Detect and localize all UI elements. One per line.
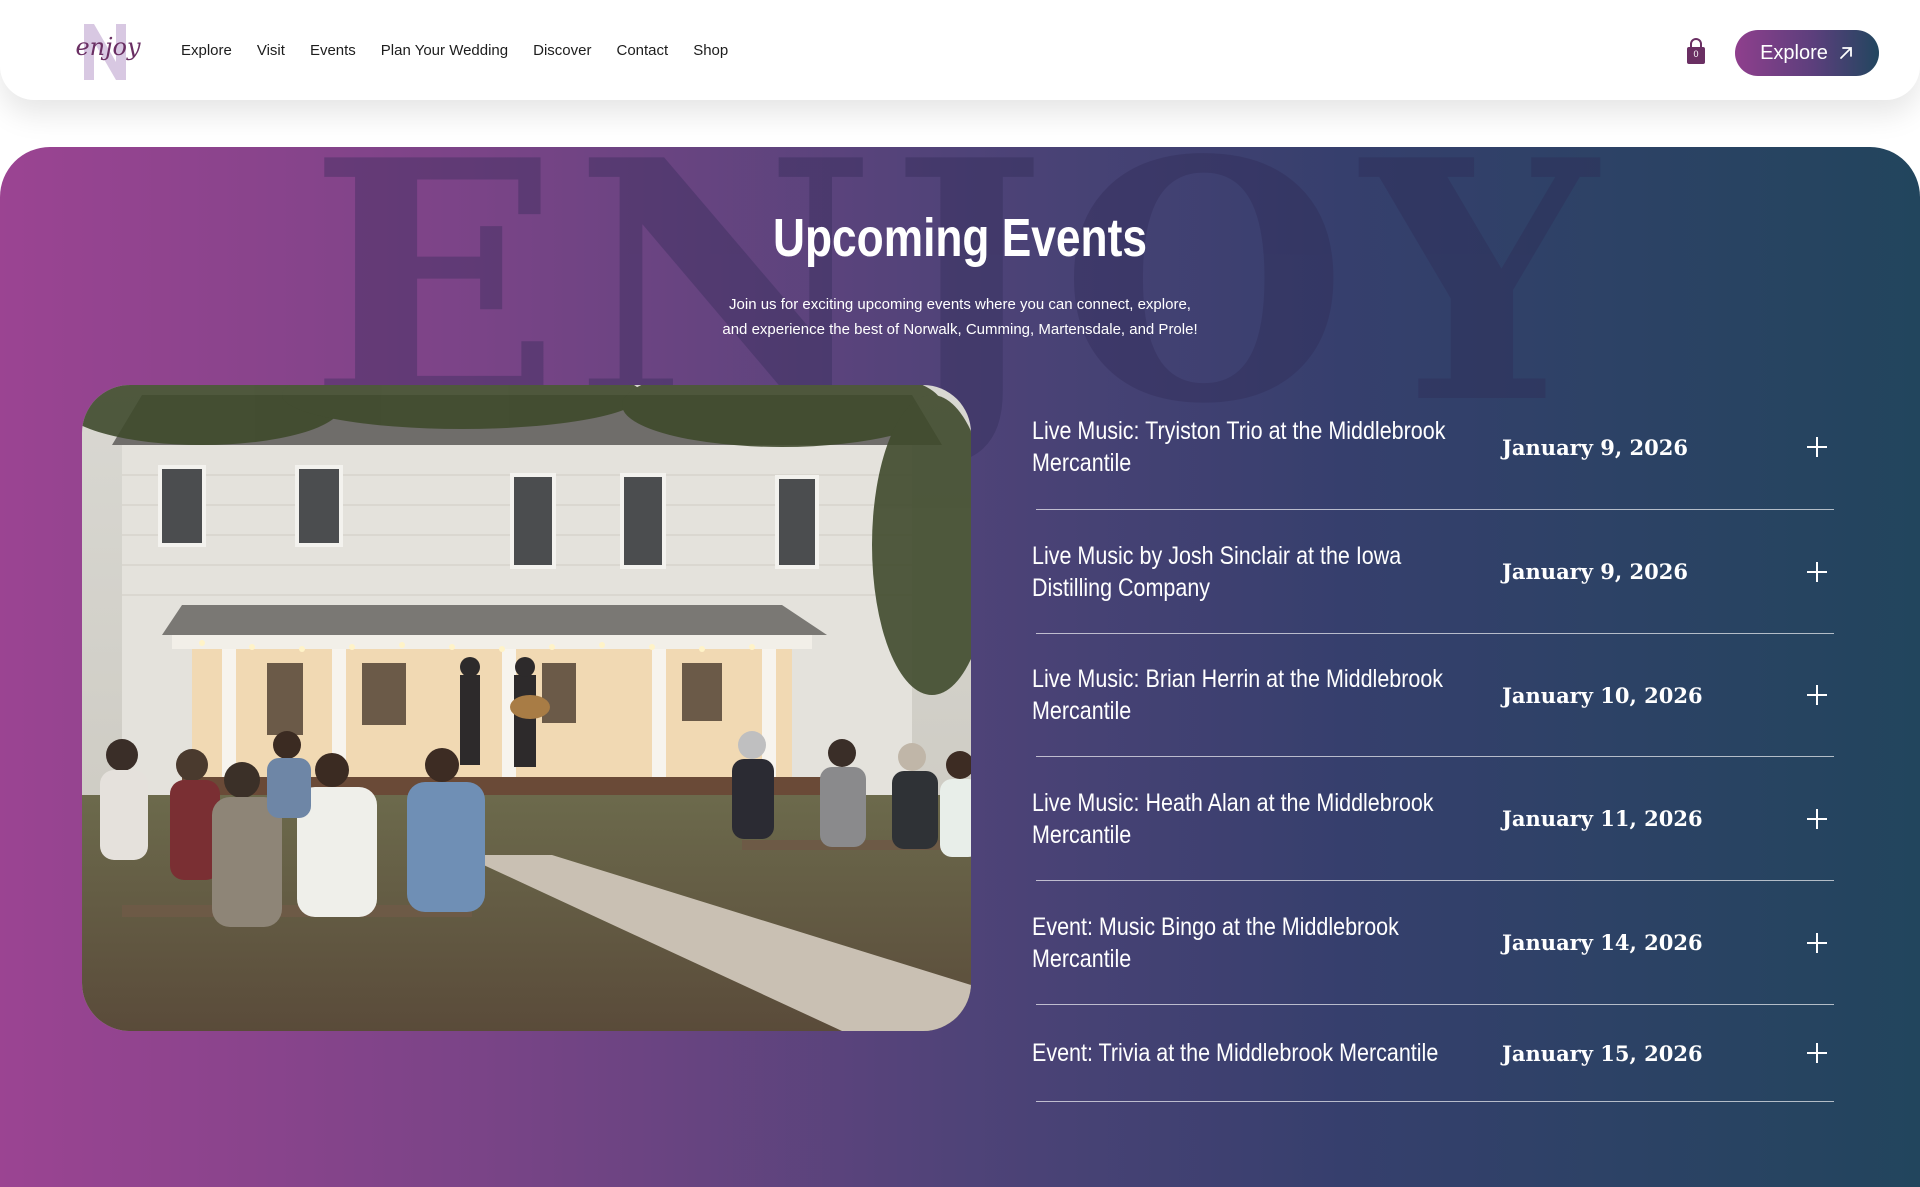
arrow-up-right-icon bbox=[1840, 47, 1852, 59]
event-title: Live Music by Josh Sinclair at the Iowa … bbox=[1032, 541, 1402, 602]
cart-count: 0 bbox=[1693, 49, 1699, 59]
subtitle-line-1: Join us for exciting upcoming events whe… bbox=[729, 296, 1191, 313]
plus-icon[interactable] bbox=[1806, 932, 1828, 954]
event-row[interactable]: Live Music: Brian Herrin at the Middlebr… bbox=[1032, 634, 1834, 757]
nav-explore[interactable]: Explore bbox=[181, 42, 232, 59]
nav-shop[interactable]: Shop bbox=[693, 42, 728, 59]
nav-discover[interactable]: Discover bbox=[533, 42, 591, 59]
logo-icon: enjoy bbox=[75, 24, 141, 80]
nav-visit[interactable]: Visit bbox=[257, 42, 285, 59]
event-row[interactable]: Event: Trivia at the Middlebrook Mercant… bbox=[1032, 1005, 1834, 1102]
event-title: Event: Trivia at the Middlebrook Mercant… bbox=[1032, 1039, 1439, 1067]
plus-icon[interactable] bbox=[1806, 1042, 1828, 1064]
upcoming-events-section: ENJOY Upcoming Events Join us for exciti… bbox=[0, 147, 1920, 1187]
event-title: Event: Music Bingo at the Middlebrook Me… bbox=[1032, 912, 1399, 973]
event-row[interactable]: Event: Music Bingo at the Middlebrook Me… bbox=[1032, 881, 1834, 1005]
events-list: Live Music: Tryiston Trio at the Middleb… bbox=[1032, 385, 1834, 1102]
site-header: enjoy Explore Visit Events Plan Your Wed… bbox=[0, 0, 1920, 100]
event-date: January 9, 2026 bbox=[1502, 434, 1688, 460]
event-date: January 11, 2026 bbox=[1502, 806, 1703, 831]
site-logo[interactable]: enjoy bbox=[72, 20, 144, 82]
nav-contact[interactable]: Contact bbox=[616, 42, 668, 59]
event-photo bbox=[82, 385, 971, 1031]
event-row[interactable]: Live Music: Tryiston Trio at the Middleb… bbox=[1032, 385, 1834, 510]
event-title: Live Music: Tryiston Trio at the Middleb… bbox=[1032, 417, 1446, 477]
event-row[interactable]: Live Music: Heath Alan at the Middlebroo… bbox=[1032, 757, 1834, 881]
event-title: Live Music: Brian Herrin at the Middlebr… bbox=[1032, 665, 1444, 725]
plus-icon[interactable] bbox=[1806, 436, 1828, 458]
section-title: Upcoming Events bbox=[773, 208, 1147, 268]
event-date: January 14, 2026 bbox=[1502, 930, 1703, 955]
section-subtitle: Join us for exciting upcoming events whe… bbox=[0, 292, 1920, 342]
explore-button[interactable]: Explore bbox=[1735, 30, 1879, 76]
outdoor-concert-image bbox=[82, 385, 971, 1031]
event-date: January 15, 2026 bbox=[1502, 1040, 1703, 1066]
explore-button-label: Explore bbox=[1760, 41, 1828, 64]
event-title: Live Music: Heath Alan at the Middlebroo… bbox=[1032, 788, 1434, 849]
plus-icon[interactable] bbox=[1806, 808, 1828, 830]
main-nav: Explore Visit Events Plan Your Wedding D… bbox=[181, 0, 753, 100]
logo-text: enjoy bbox=[75, 33, 141, 61]
event-date: January 9, 2026 bbox=[1502, 559, 1688, 584]
event-date: January 10, 2026 bbox=[1502, 682, 1703, 708]
event-row[interactable]: Live Music by Josh Sinclair at the Iowa … bbox=[1032, 510, 1834, 634]
cart-button[interactable]: 0 bbox=[1685, 38, 1707, 66]
plus-icon[interactable] bbox=[1806, 561, 1828, 583]
nav-events[interactable]: Events bbox=[310, 42, 356, 59]
plus-icon[interactable] bbox=[1806, 684, 1828, 706]
nav-plan-your-wedding[interactable]: Plan Your Wedding bbox=[381, 42, 508, 59]
subtitle-line-2: and experience the best of Norwalk, Cumm… bbox=[722, 321, 1198, 338]
